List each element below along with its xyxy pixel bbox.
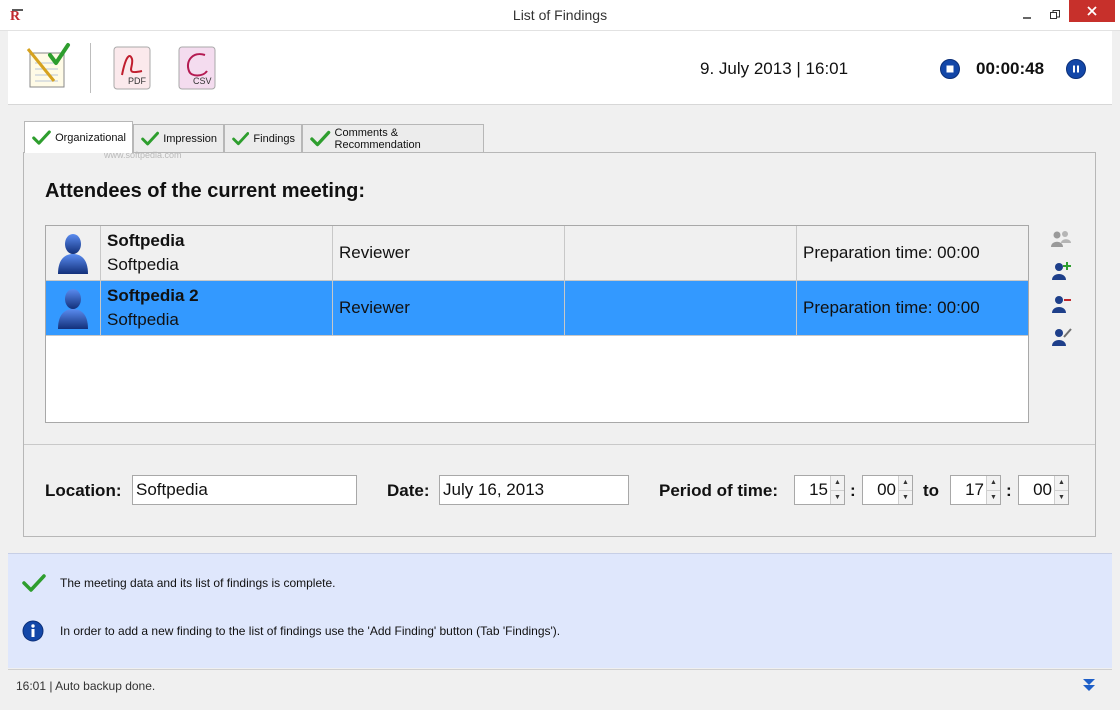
date-input[interactable] <box>439 475 629 505</box>
edit-findings-button[interactable] <box>24 41 72 91</box>
notepad-check-icon <box>26 43 70 88</box>
end-hour-spinner[interactable]: 17 ▲ ▼ <box>950 475 1001 505</box>
spin-up-icon[interactable]: ▲ <box>987 476 1000 491</box>
spin-up-icon[interactable]: ▲ <box>899 476 912 491</box>
status-bar <box>8 669 1112 702</box>
stop-icon <box>946 65 954 73</box>
status-text: 16:01 | Auto backup done. <box>16 679 156 693</box>
location-input[interactable] <box>132 475 357 505</box>
user-icon <box>58 234 88 274</box>
attendee-name: Softpedia <box>107 231 185 250</box>
double-chevron-down-icon <box>1083 679 1095 691</box>
complete-message: The meeting data and its list of finding… <box>60 576 336 590</box>
hint-message: In order to add a new finding to the lis… <box>60 624 561 638</box>
minimize-button[interactable] <box>1013 0 1041 30</box>
close-icon <box>1087 6 1097 16</box>
start-minute-spinner[interactable]: 00 ▲ ▼ <box>862 475 913 505</box>
remove-user-icon <box>1052 296 1071 313</box>
minimize-icon <box>1023 17 1031 19</box>
window-title: List of Findings <box>512 7 608 23</box>
attendee-role: Reviewer <box>333 226 565 280</box>
attendee-name-cell: Softpedia 2 Softpedia <box>101 281 333 335</box>
spin-down-icon[interactable]: ▼ <box>899 490 912 504</box>
info-panel <box>8 553 1112 668</box>
complete-check-icon <box>22 573 46 598</box>
section-divider <box>24 444 1095 445</box>
check-icon <box>310 130 331 146</box>
expand-button[interactable] <box>1081 677 1097 698</box>
toolbar-separator <box>90 43 91 93</box>
attendee-organization: Softpedia <box>107 310 179 329</box>
start-hour-spinner[interactable]: 15 ▲ ▼ <box>794 475 845 505</box>
pause-timer-button[interactable] <box>1066 59 1086 79</box>
meeting-datetime: 9. July 2013 | 16:01 <box>700 59 849 78</box>
location-label: Location: <box>45 481 122 500</box>
remove-attendee-button[interactable] <box>1049 292 1073 316</box>
spin-up-icon[interactable]: ▲ <box>1055 476 1068 491</box>
tab-label: Organizational <box>55 131 126 144</box>
restore-button[interactable] <box>1041 0 1069 30</box>
end-minute-spinner[interactable]: 00 ▲ ▼ <box>1018 475 1069 505</box>
timer-display: 00:00:48 <box>976 59 1045 78</box>
tab-label: Comments & Recommendation <box>334 126 421 151</box>
csv-label: CSV <box>193 76 212 86</box>
check-icon <box>32 129 51 145</box>
start-minute-value: 00 <box>877 480 896 499</box>
add-user-icon <box>1052 262 1071 280</box>
table-row-selected[interactable]: Softpedia 2 Softpedia Reviewer Preparati… <box>46 281 1028 336</box>
check-icon <box>232 131 250 145</box>
end-hour-value: 17 <box>965 480 984 499</box>
time-separator: : <box>1006 481 1012 500</box>
attendee-extra <box>565 281 797 335</box>
edit-attendee-button[interactable] <box>1049 325 1073 349</box>
tab-findings[interactable]: Findings <box>224 124 302 152</box>
tab-label: Impression <box>163 132 217 145</box>
attendees-heading: Attendees of the current meeting: <box>45 180 366 202</box>
check-icon <box>141 131 159 145</box>
users-group-icon <box>1051 231 1071 247</box>
restore-icon <box>1050 10 1060 19</box>
close-button[interactable] <box>1069 0 1115 22</box>
pdf-label: PDF <box>128 76 146 86</box>
spin-down-icon[interactable]: ▼ <box>831 490 844 504</box>
attendee-role: Reviewer <box>333 281 565 335</box>
attendees-table[interactable]: Softpedia Softpedia Reviewer Preparation… <box>45 225 1029 423</box>
manage-attendees-button[interactable] <box>1049 227 1073 251</box>
period-label: Period of time: <box>659 481 779 500</box>
tab-comments-recommendation[interactable]: Comments & Recommendation <box>302 124 484 152</box>
export-csv-button[interactable]: CSV <box>177 45 217 91</box>
table-row[interactable]: Softpedia Softpedia Reviewer Preparation… <box>46 226 1028 281</box>
spin-down-icon[interactable]: ▼ <box>987 490 1000 504</box>
edit-user-icon <box>1052 328 1072 346</box>
user-icon <box>58 289 88 329</box>
attendee-name: Softpedia 2 <box>107 286 199 305</box>
date-label: Date: <box>387 481 430 500</box>
attendee-name-cell: Softpedia Softpedia <box>101 226 333 280</box>
time-separator: : <box>850 481 856 500</box>
export-pdf-button[interactable]: PDF <box>112 45 152 91</box>
add-attendee-button[interactable] <box>1049 259 1073 283</box>
start-hour-value: 15 <box>809 480 828 499</box>
avatar <box>46 226 101 280</box>
watermark: www.softpedia.com <box>104 150 182 160</box>
stop-timer-button[interactable] <box>940 59 960 79</box>
attendee-organization: Softpedia <box>107 255 179 274</box>
tab-impression[interactable]: Impression <box>133 124 224 152</box>
spin-up-icon[interactable]: ▲ <box>831 476 844 491</box>
tab-organizational[interactable]: Organizational <box>24 121 133 153</box>
attendee-extra <box>565 226 797 280</box>
attendee-prep-time: Preparation time: 00:00 <box>803 243 980 262</box>
avatar <box>46 281 101 335</box>
to-label: to <box>923 481 940 500</box>
toolbar: PDF CSV 9. July 2013 | 16:01 00:00:48 <box>8 31 1112 105</box>
info-icon <box>22 620 44 647</box>
pause-icon <box>1073 65 1079 73</box>
attendee-prep-time: Preparation time: 00:00 <box>803 298 980 317</box>
end-minute-value: 00 <box>1033 480 1052 499</box>
tab-label: Findings <box>253 132 295 145</box>
spin-down-icon[interactable]: ▼ <box>1055 490 1068 504</box>
